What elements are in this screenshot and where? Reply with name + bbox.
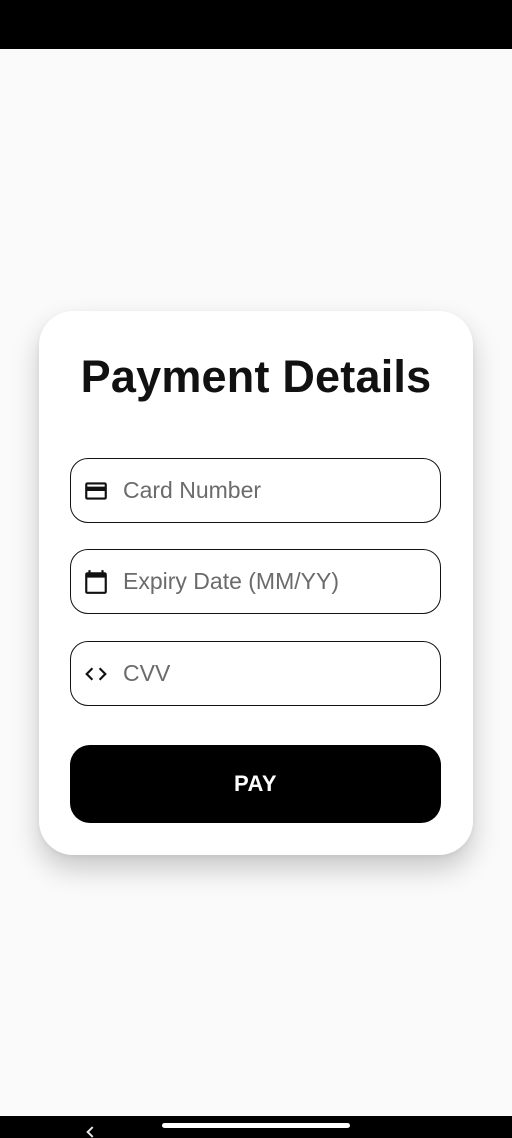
- cvv-field[interactable]: [70, 641, 441, 706]
- expiry-date-field[interactable]: [70, 549, 441, 614]
- pay-button[interactable]: PAY: [70, 745, 441, 823]
- page-title: Payment Details: [80, 351, 432, 402]
- card-number-field[interactable]: [70, 458, 441, 523]
- status-bar: [0, 0, 512, 49]
- cvv-input[interactable]: [123, 642, 423, 705]
- code-icon: [83, 661, 109, 687]
- home-handle[interactable]: [162, 1123, 350, 1128]
- expiry-date-input[interactable]: [123, 550, 423, 613]
- credit-card-icon: [83, 478, 109, 504]
- navigation-bar: [0, 1116, 512, 1138]
- calendar-icon: [83, 569, 109, 595]
- back-gesture-icon[interactable]: [86, 1126, 98, 1138]
- payment-card: Payment Details PAY: [39, 311, 473, 855]
- card-number-input[interactable]: [123, 459, 423, 522]
